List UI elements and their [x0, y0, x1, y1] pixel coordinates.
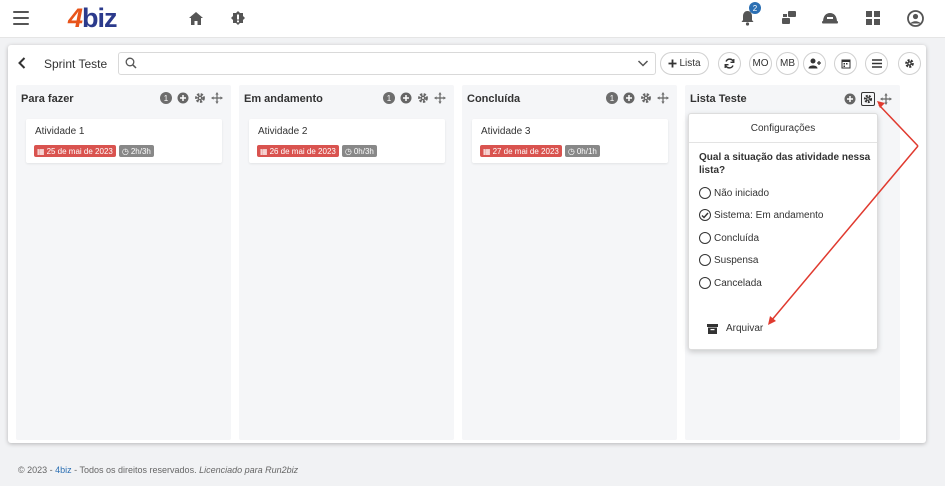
popup-title: Configurações	[750, 123, 816, 134]
add-list-button[interactable]: Lista	[660, 52, 709, 75]
member-avatar-mo[interactable]: MO	[749, 52, 772, 75]
add-card-icon[interactable]	[844, 93, 856, 105]
divider	[689, 142, 877, 143]
add-user-icon	[808, 58, 821, 69]
calendar-button[interactable]	[834, 52, 857, 75]
list-column: Para fazer 1 Atividade 1 ▦ 25 de mai de 2…	[16, 85, 231, 440]
gear-icon	[905, 59, 914, 68]
status-option-cancelada[interactable]: Cancelada	[699, 277, 762, 289]
clock-icon: ◷	[567, 146, 575, 156]
board-toolbar: Sprint Teste Lista MO MB	[8, 45, 926, 81]
due-date-tag: ▦ 27 de mai de 2023	[480, 145, 562, 157]
list-view-button[interactable]	[865, 52, 888, 75]
top-navbar: 4biz 2	[0, 0, 945, 38]
helmet-icon[interactable]	[821, 9, 839, 27]
due-date-tag: ▦ 25 de mai de 2023	[34, 145, 116, 157]
due-date-tag: ▦ 26 de mai de 2023	[257, 145, 339, 157]
footer: © 2023 - 4biz - Todos os direitos reserv…	[18, 465, 299, 475]
card-title: Atividade 2	[258, 126, 308, 137]
add-card-icon[interactable]	[177, 92, 189, 104]
time-tag: ◷ 0h/3h	[341, 145, 377, 157]
footer-brand-link[interactable]: 4biz	[55, 465, 72, 475]
gear-icon[interactable]	[417, 92, 429, 104]
activity-card[interactable]: Atividade 1 ▦ 25 de mai de 2023 ◷ 2h/3h	[26, 119, 222, 163]
column-header: Lista Teste	[685, 85, 900, 111]
activity-card[interactable]: Atividade 3 ▦ 27 de mai de 2023 ◷ 0h/1h	[472, 119, 668, 163]
member-avatar-mb[interactable]: MB	[776, 52, 799, 75]
column-title: Concluída	[467, 93, 521, 105]
plus-icon	[668, 59, 677, 68]
card-count-badge: 1	[606, 92, 618, 104]
menu-icon[interactable]	[13, 11, 29, 25]
search-input[interactable]	[118, 52, 656, 75]
column-title: Lista Teste	[690, 93, 747, 105]
calendar-icon: ▦	[483, 146, 491, 156]
apps-grid-icon[interactable]	[864, 9, 882, 27]
refresh-icon	[724, 58, 735, 69]
user-account-icon[interactable]	[906, 9, 924, 27]
archive-button[interactable]: Arquivar	[707, 323, 763, 334]
card-title: Atividade 3	[481, 126, 531, 137]
column-title: Para fazer	[21, 93, 74, 105]
card-count-badge: 1	[383, 92, 395, 104]
time-tag: ◷ 2h/3h	[118, 145, 154, 157]
status-option-nao-iniciado[interactable]: Não iniciado	[699, 187, 769, 199]
move-icon[interactable]	[211, 92, 223, 104]
card-count-badge: 1	[160, 92, 172, 104]
status-question: Qual a situação das atividade nessa list…	[699, 152, 871, 176]
calendar-icon: ▦	[37, 146, 45, 156]
home-icon[interactable]	[187, 9, 205, 27]
logo[interactable]: 4biz	[68, 3, 118, 34]
column-header: Em andamento 1	[239, 85, 454, 111]
radio-icon[interactable]	[699, 232, 711, 244]
gear-badge-icon[interactable]	[229, 9, 247, 27]
activity-card[interactable]: Atividade 2 ▦ 26 de mai de 2023 ◷ 0h/3h	[249, 119, 445, 163]
status-option-em-andamento[interactable]: Sistema: Em andamento	[699, 209, 824, 221]
column-header: Concluída 1	[462, 85, 677, 111]
status-option-concluida[interactable]: Concluída	[699, 232, 759, 244]
move-icon[interactable]	[880, 93, 892, 105]
time-tag: ◷ 0h/1h	[564, 145, 600, 157]
list-column: Em andamento 1 Atividade 2 ▦ 26 de mai de…	[239, 85, 454, 440]
chevron-down-icon[interactable]	[637, 58, 649, 71]
column-title: Em andamento	[244, 93, 323, 105]
add-card-icon[interactable]	[400, 92, 412, 104]
list-column: Concluída 1 Atividade 3 ▦ 27 de mai de 20…	[462, 85, 677, 440]
gear-icon[interactable]	[640, 92, 652, 104]
board-title: Sprint Teste	[44, 57, 108, 71]
status-option-suspensa[interactable]: Suspensa	[699, 254, 758, 266]
radio-checked-icon[interactable]	[699, 209, 711, 221]
list-settings-popup: Configurações Qual a situação das ativid…	[688, 113, 878, 350]
board-settings-button[interactable]	[898, 52, 921, 75]
clock-icon: ◷	[344, 146, 352, 156]
archive-icon	[707, 323, 718, 334]
radio-icon[interactable]	[699, 277, 711, 289]
notification-badge: 2	[749, 2, 761, 14]
bell-icon[interactable]: 2	[738, 2, 761, 27]
move-icon[interactable]	[434, 92, 446, 104]
move-icon[interactable]	[657, 92, 669, 104]
calendar-icon: ▦	[260, 146, 268, 156]
radio-icon[interactable]	[699, 254, 711, 266]
add-card-icon[interactable]	[623, 92, 635, 104]
gear-icon[interactable]	[194, 92, 206, 104]
search-icon	[125, 57, 137, 72]
add-member-button[interactable]	[803, 52, 826, 75]
card-title: Atividade 1	[35, 126, 85, 137]
gear-icon[interactable]	[861, 92, 875, 106]
windows-icon[interactable]	[780, 9, 798, 27]
list-icon	[871, 59, 882, 68]
radio-icon[interactable]	[699, 187, 711, 199]
column-header: Para fazer 1	[16, 85, 231, 111]
refresh-button[interactable]	[718, 52, 741, 75]
clock-icon: ◷	[121, 146, 129, 156]
calendar-icon	[841, 59, 850, 69]
back-icon[interactable]	[18, 56, 26, 72]
